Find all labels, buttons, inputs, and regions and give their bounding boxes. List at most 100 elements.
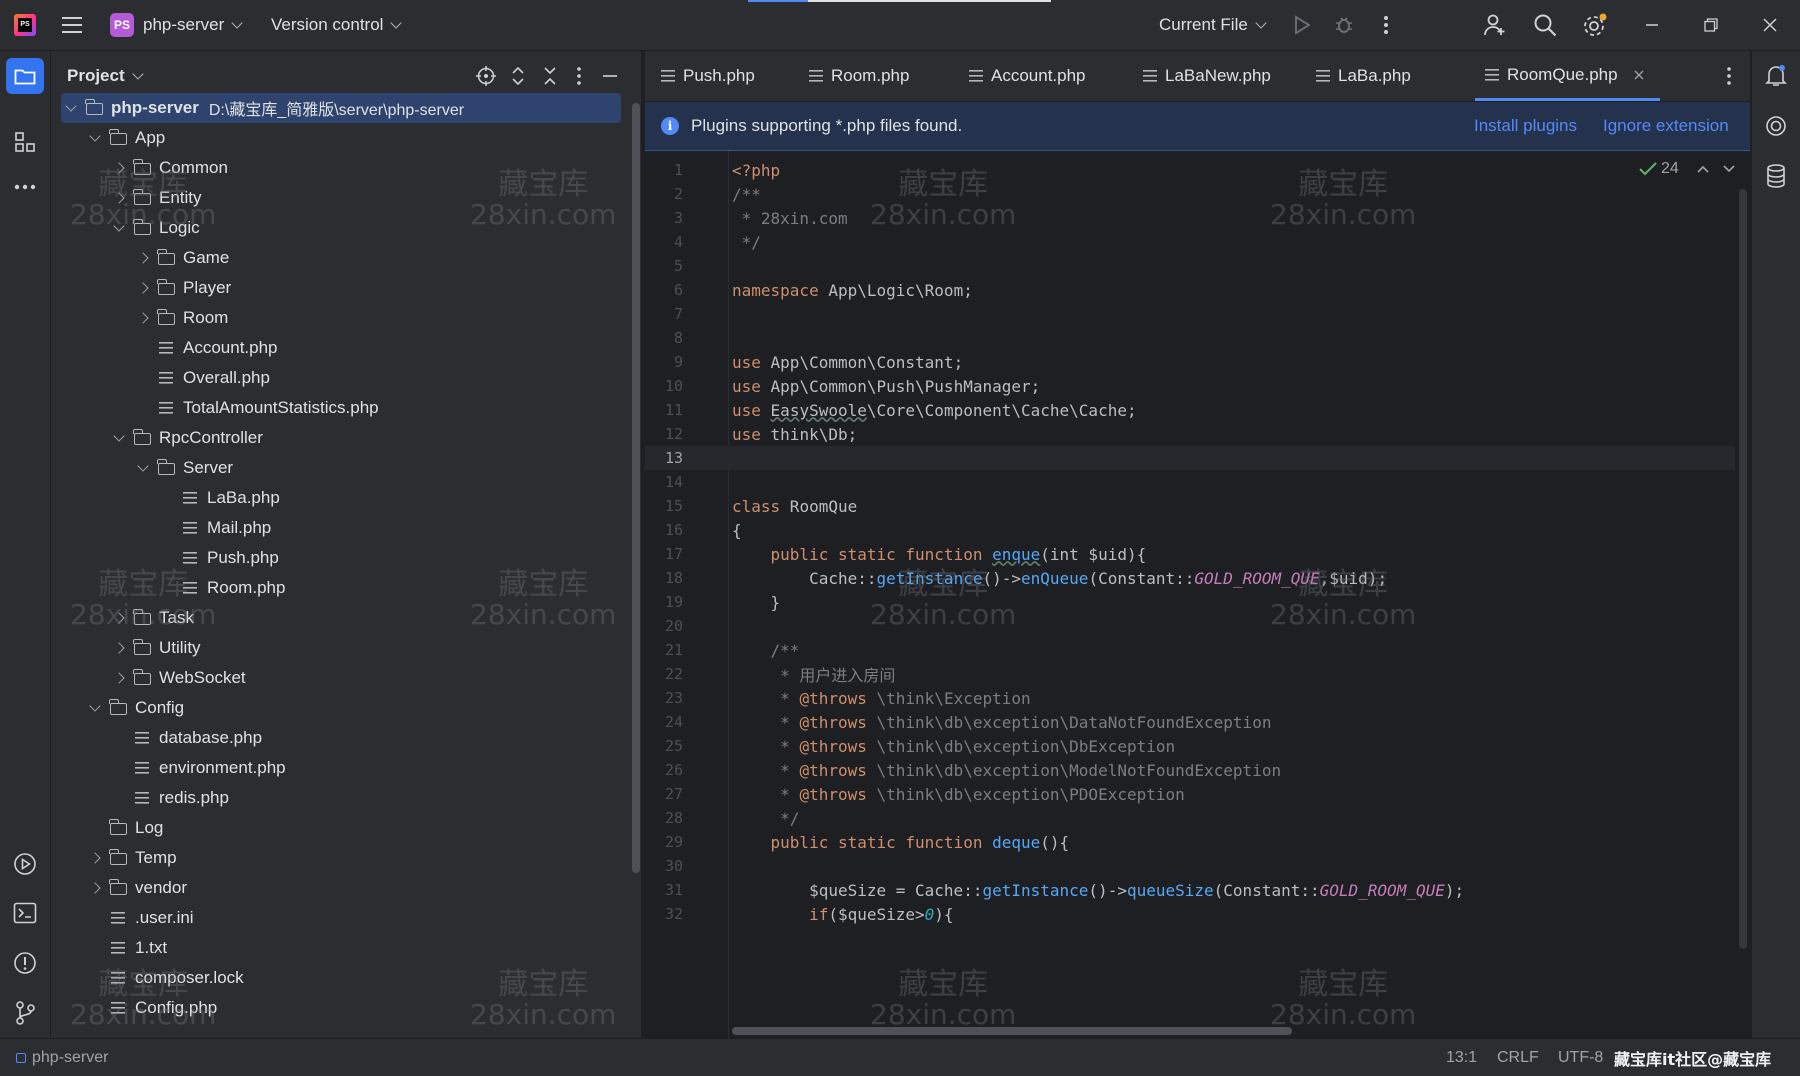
code-line[interactable]: 12 use think\Db; (645, 422, 1735, 446)
problems-icon[interactable] (12, 950, 38, 976)
chevron-down-icon[interactable] (87, 129, 103, 146)
more-actions-icon[interactable] (1376, 13, 1396, 37)
tree-file[interactable]: LaBa.php (51, 483, 631, 513)
editor-tab[interactable]: LaBaNew.php (1143, 51, 1271, 101)
previous-highlight-icon[interactable] (1697, 165, 1709, 173)
chevron-right-icon[interactable] (135, 280, 151, 296)
editor-tab[interactable]: RoomQue.php (1475, 51, 1660, 101)
code-line[interactable]: 1 <?php (645, 158, 1735, 182)
tree-folder[interactable]: WebSocket (51, 663, 631, 693)
code-editor[interactable]: 1 <?php 2/** 3 * 28xin.com 4 */5 6 namespace A… (645, 151, 1750, 1038)
restore-icon[interactable] (1699, 13, 1723, 37)
tree-folder[interactable]: vendor (51, 873, 631, 903)
code-line[interactable]: 30 (645, 854, 1735, 878)
main-menu-icon[interactable] (58, 13, 86, 37)
tree-folder[interactable]: php-server D:\藏宝库_简雅版\server\php-server (61, 93, 621, 123)
code-line[interactable]: 20 (645, 614, 1735, 638)
tree-file[interactable]: redis.php (51, 783, 631, 813)
close-tab-icon[interactable] (1634, 70, 1644, 80)
tree-file[interactable]: environment.php (51, 753, 631, 783)
tree-scrollbar[interactable] (632, 103, 640, 873)
panel-options-icon[interactable] (571, 65, 587, 87)
tree-folder[interactable]: Log (51, 813, 631, 843)
code-line[interactable]: 19 } (645, 590, 1735, 614)
code-line[interactable]: 31 $queSize = Cache::getInstance()->queu… (645, 878, 1735, 902)
cursor-position[interactable]: 13:1 (1446, 1039, 1477, 1076)
tree-folder[interactable]: Game (51, 243, 631, 273)
chevron-down-icon[interactable] (87, 699, 103, 716)
tree-folder[interactable]: Temp (51, 843, 631, 873)
code-line[interactable]: 2 /** (645, 182, 1735, 206)
database-icon[interactable] (1763, 163, 1789, 189)
tree-folder[interactable]: App (51, 123, 631, 153)
tree-file[interactable]: composer.lock (51, 963, 631, 993)
tree-file[interactable]: Overall.php (51, 363, 631, 393)
code-line[interactable]: 28 */ (645, 806, 1735, 830)
install-plugins-link[interactable]: Install plugins (1474, 102, 1577, 150)
chevron-right-icon[interactable] (111, 190, 127, 206)
terminal-icon[interactable] (12, 900, 38, 926)
run-icon[interactable] (1290, 13, 1314, 37)
tree-file[interactable]: Mail.php (51, 513, 631, 543)
code-line[interactable]: 10 use App\Common\Push\PushManager; (645, 374, 1735, 398)
expand-all-icon[interactable] (507, 65, 529, 87)
code-line[interactable]: 17 public static function enque(int $uid… (645, 542, 1735, 566)
chevron-down-icon[interactable] (63, 99, 79, 116)
tree-file[interactable]: Push.php (51, 543, 631, 573)
chevron-down-icon[interactable] (111, 429, 127, 446)
status-project-widget[interactable]: php-server (16, 1039, 108, 1076)
tree-folder[interactable]: Common (51, 153, 631, 183)
editor-tab[interactable]: LaBa.php (1316, 51, 1411, 101)
collapse-all-icon[interactable] (539, 65, 561, 87)
tree-folder[interactable]: Entity (51, 183, 631, 213)
tree-folder[interactable]: Task (51, 603, 631, 633)
app-logo-icon[interactable] (14, 0, 36, 50)
chevron-right-icon[interactable] (111, 160, 127, 176)
inspection-widget[interactable]: 24 (1639, 157, 1735, 181)
notifications-bell-icon[interactable] (1763, 63, 1789, 89)
structure-icon[interactable] (12, 129, 38, 155)
code-line[interactable]: 32 if($queSize>0){ (645, 902, 1735, 926)
tree-file[interactable]: Room.php (51, 573, 631, 603)
tree-file[interactable]: .user.ini (51, 903, 631, 933)
debug-icon[interactable] (1332, 13, 1356, 37)
editor-tab[interactable]: Account.php (969, 51, 1086, 101)
project-folder-icon[interactable] (6, 58, 44, 94)
code-line[interactable]: 6 namespace App\Logic\Room; (645, 278, 1735, 302)
ai-assistant-icon[interactable] (1763, 113, 1789, 139)
tree-folder[interactable]: Player (51, 273, 631, 303)
code-line[interactable]: 23 * @throws \think\Exception (645, 686, 1735, 710)
line-separator[interactable]: CRLF (1497, 1039, 1539, 1076)
search-icon[interactable] (1532, 12, 1558, 38)
hide-panel-icon[interactable] (599, 65, 621, 87)
locate-icon[interactable] (475, 65, 497, 87)
run-config-selector[interactable]: Current File (1159, 0, 1267, 50)
code-line[interactable]: 4 */ (645, 230, 1735, 254)
editor-vertical-scrollbar[interactable] (1739, 189, 1747, 949)
tree-file[interactable]: database.php (51, 723, 631, 753)
chevron-right-icon[interactable] (135, 310, 151, 326)
code-line[interactable]: 9 use App\Common\Constant; (645, 350, 1735, 374)
code-line[interactable]: 7 (645, 302, 1735, 326)
more-tools-icon[interactable] (12, 175, 38, 199)
code-line[interactable]: 26 * @throws \think\db\exception\ModelNo… (645, 758, 1735, 782)
code-line[interactable]: 22 * 用户进入房间 (645, 662, 1735, 686)
tree-folder[interactable]: Room (51, 303, 631, 333)
code-line[interactable]: 3 * 28xin.com (645, 206, 1735, 230)
version-control-menu[interactable]: Version control (271, 0, 403, 50)
tree-folder[interactable]: Utility (51, 633, 631, 663)
file-encoding[interactable]: UTF-8 (1558, 1039, 1603, 1076)
chevron-right-icon[interactable] (87, 880, 103, 896)
code-line[interactable]: 27 * @throws \think\db\exception\PDOExce… (645, 782, 1735, 806)
services-icon[interactable] (12, 851, 38, 877)
add-user-icon[interactable] (1482, 12, 1508, 38)
editor-tab[interactable]: Push.php (661, 51, 755, 101)
code-line[interactable]: 5 (645, 254, 1735, 278)
ignore-extension-link[interactable]: Ignore extension (1603, 102, 1729, 150)
chevron-right-icon[interactable] (111, 670, 127, 686)
tree-file[interactable]: 1.txt (51, 933, 631, 963)
git-branch-icon[interactable] (12, 1000, 38, 1026)
chevron-right-icon[interactable] (111, 640, 127, 656)
chevron-down-icon[interactable] (135, 459, 151, 476)
code-line[interactable]: 11 use EasySwoole\Core\Component\Cache\Ca… (645, 398, 1735, 422)
